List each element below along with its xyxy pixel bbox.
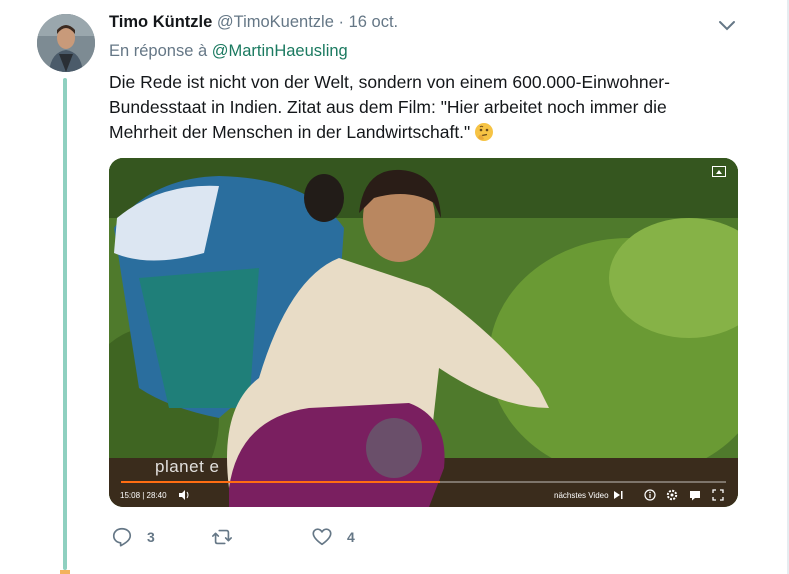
author-handle[interactable]: @TimoKuentzle (217, 13, 334, 31)
avatar-image (37, 14, 95, 72)
header-separator: · (338, 13, 344, 31)
thinking-face-icon (474, 122, 494, 142)
tweet-header: Timo Küntzle @TimoKuentzle · 16 oct. (109, 13, 398, 32)
retweet-icon (212, 529, 232, 545)
video-progress-fill (121, 481, 440, 483)
video-watermark: planet e (155, 457, 220, 476)
retweet-button[interactable] (211, 525, 247, 549)
tweet-body: Die Rede ist nicht von der Welt, sondern… (109, 72, 670, 142)
volume-icon[interactable] (179, 490, 190, 500)
skip-next-icon[interactable] (612, 489, 624, 501)
heart-icon (312, 528, 332, 546)
reply-prefix: En réponse à (109, 42, 208, 60)
info-icon[interactable] (644, 489, 656, 501)
video-controls: 15:08 | 28:40 nächstes Video (109, 487, 738, 507)
thread-connector-end (60, 570, 70, 574)
fullscreen-icon[interactable] (712, 489, 724, 501)
reply-context: En réponse à @MartinHaeusling (109, 42, 348, 61)
video-time: 15:08 | 28:40 (120, 491, 167, 500)
like-button[interactable]: 4 (311, 525, 355, 549)
like-count: 4 (347, 529, 355, 545)
reply-count: 3 (147, 529, 155, 545)
reply-icon (112, 527, 132, 547)
tweet-date[interactable]: 16 oct. (349, 13, 399, 31)
reply-to-link[interactable]: @MartinHaeusling (212, 42, 348, 60)
thread-connector-line (63, 78, 67, 570)
video-progress-bar[interactable] (121, 481, 726, 483)
subtitles-icon[interactable] (689, 489, 701, 501)
video-player[interactable]: planet e 15:08 | 28:40 nächstes Video (109, 158, 738, 507)
video-frame (109, 158, 738, 507)
reply-button[interactable]: 3 (111, 525, 155, 549)
chevron-down-icon[interactable] (716, 16, 738, 34)
next-video-label[interactable]: nächstes Video (554, 491, 609, 500)
author-name[interactable]: Timo Küntzle (109, 13, 212, 31)
tweet-text: Die Rede ist nicht von der Welt, sondern… (109, 70, 709, 145)
settings-icon[interactable] (666, 489, 678, 501)
avatar[interactable] (37, 14, 95, 72)
picture-in-picture-icon[interactable] (712, 164, 726, 177)
